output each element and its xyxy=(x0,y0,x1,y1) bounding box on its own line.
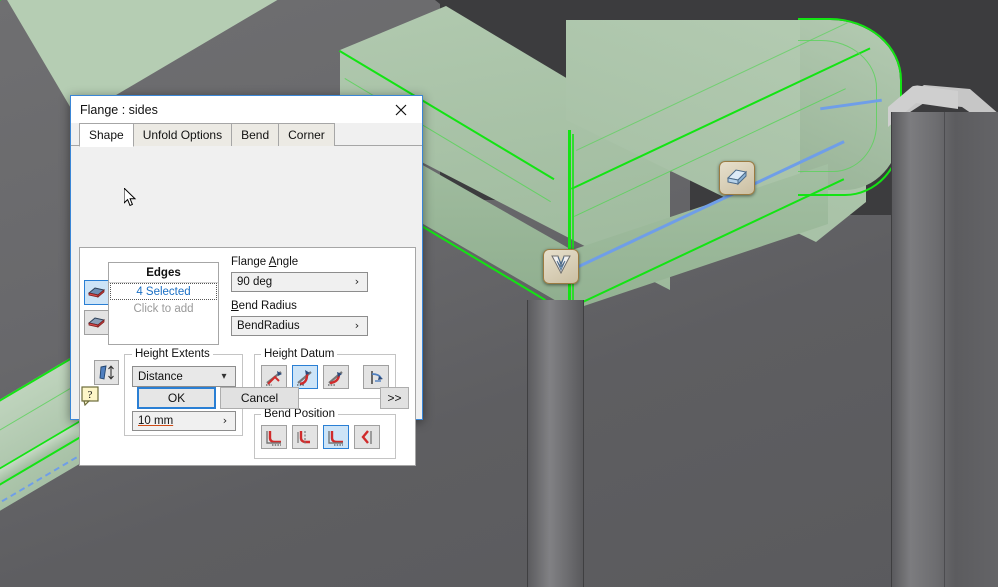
tab-unfold-options[interactable]: Unfold Options xyxy=(132,123,233,146)
flange-angle-label: Flange Angle xyxy=(231,256,299,268)
edges-selected-row[interactable]: 4 Selected xyxy=(110,283,217,300)
bend-position-adjacent-button[interactable] xyxy=(354,425,380,449)
support-column-edge xyxy=(891,112,892,587)
bend-radius-value: BendRadius xyxy=(237,320,300,332)
flange-glyph-icon xyxy=(550,254,572,280)
flange-dialog[interactable]: Flange : sides Shape Unfold Options Bend… xyxy=(70,95,423,466)
flange-angle-value: 90 deg xyxy=(237,276,273,288)
edges-list-header: Edges xyxy=(109,263,218,283)
ok-button[interactable]: OK xyxy=(137,387,216,409)
expand-dialog-button[interactable]: >> xyxy=(380,387,409,409)
bend-position-outside-button[interactable] xyxy=(292,425,318,449)
bend-radius-label: Bend Radius xyxy=(231,300,297,312)
bend-position-tangent-button[interactable] xyxy=(323,425,349,449)
edge-select-mode-button[interactable] xyxy=(84,280,109,305)
tab-shape[interactable]: Shape xyxy=(79,123,134,147)
cancel-button[interactable]: Cancel xyxy=(220,387,299,409)
edges-click-to-add[interactable]: Click to add xyxy=(109,300,218,317)
dialog-tabstrip[interactable]: Shape Unfold Options Bend Corner xyxy=(71,123,422,147)
sheet-metal-glyph-icon xyxy=(726,166,748,191)
center-column-edge-right xyxy=(583,300,584,587)
bend-direction-handle[interactable] xyxy=(719,161,755,195)
bend-radius-field[interactable]: BendRadius › xyxy=(231,316,368,336)
center-column xyxy=(527,300,584,587)
chevron-right-icon[interactable]: › xyxy=(347,317,367,335)
flange-angle-field[interactable]: 90 deg › xyxy=(231,272,368,292)
chevron-right-icon[interactable]: › xyxy=(347,273,367,291)
height-extents-label: Height Extents xyxy=(132,348,213,360)
tab-corner[interactable]: Corner xyxy=(278,123,335,146)
support-column-seam xyxy=(944,112,945,587)
tab-bend[interactable]: Bend xyxy=(231,123,280,146)
flange-direction-handle[interactable] xyxy=(543,249,579,284)
face-select-mode-button[interactable] xyxy=(84,310,109,335)
shape-tab-panel: Edges 4 Selected Click to add Flange Ang… xyxy=(79,247,416,466)
dialog-titlebar[interactable]: Flange : sides xyxy=(71,96,422,123)
dialog-footer: OK Cancel >> xyxy=(71,373,422,419)
bend-position-inside-button[interactable] xyxy=(261,425,287,449)
close-icon[interactable] xyxy=(380,97,422,123)
dialog-title: Flange : sides xyxy=(80,102,158,117)
center-column-edge-left xyxy=(527,300,528,587)
edges-list[interactable]: Edges 4 Selected Click to add xyxy=(108,262,219,345)
svg-text:?: ? xyxy=(88,389,93,401)
application-window: Flange : sides Shape Unfold Options Bend… xyxy=(0,0,998,587)
height-datum-label: Height Datum xyxy=(261,348,338,360)
help-icon[interactable]: ? xyxy=(81,386,101,407)
